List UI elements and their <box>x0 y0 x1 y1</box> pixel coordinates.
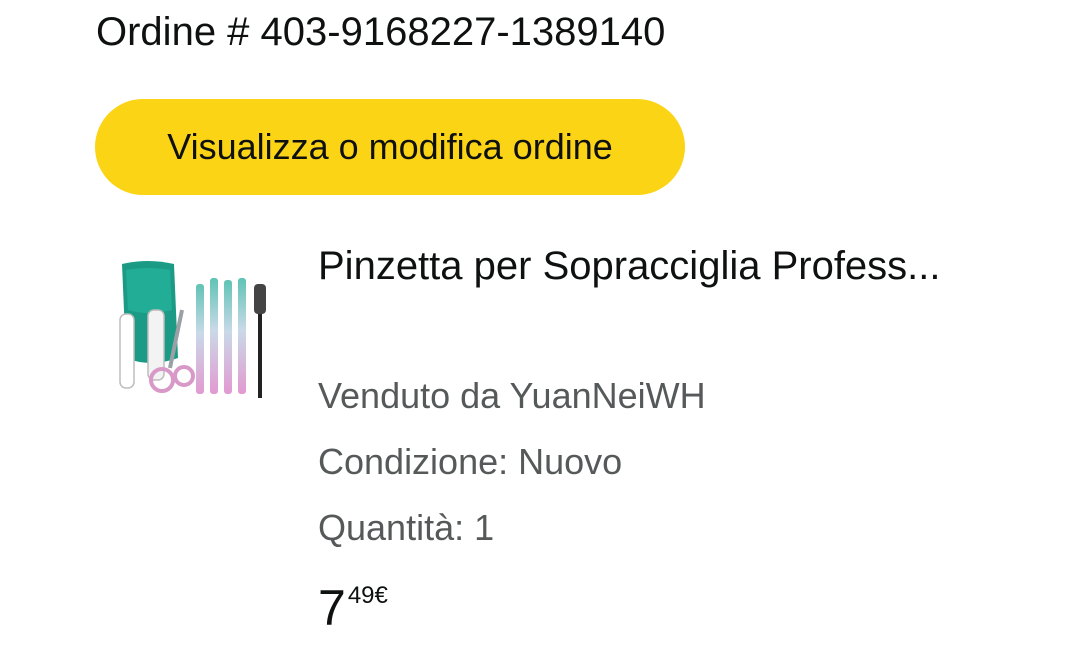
view-or-edit-order-label: Visualizza o modifica ordine <box>167 126 613 167</box>
product-image[interactable] <box>108 250 284 410</box>
product-title[interactable]: Pinzetta per Sopracciglia Profess... <box>318 236 1038 296</box>
quantity-info: Quantità: 1 <box>318 507 495 548</box>
price-whole: 7 <box>318 580 346 636</box>
seller-info: Venduto da YuanNeiWH <box>318 375 706 416</box>
condition-info: Condizione: Nuovo <box>318 441 623 482</box>
price-fraction: 49€ <box>347 582 388 609</box>
price: 749€ <box>318 578 388 638</box>
view-or-edit-order-button[interactable]: Visualizza o modifica ordine <box>95 99 685 195</box>
eyebrow-tweezers-kit-icon <box>119 261 266 398</box>
order-number: Ordine # 403-9168227-1389140 <box>96 10 666 54</box>
